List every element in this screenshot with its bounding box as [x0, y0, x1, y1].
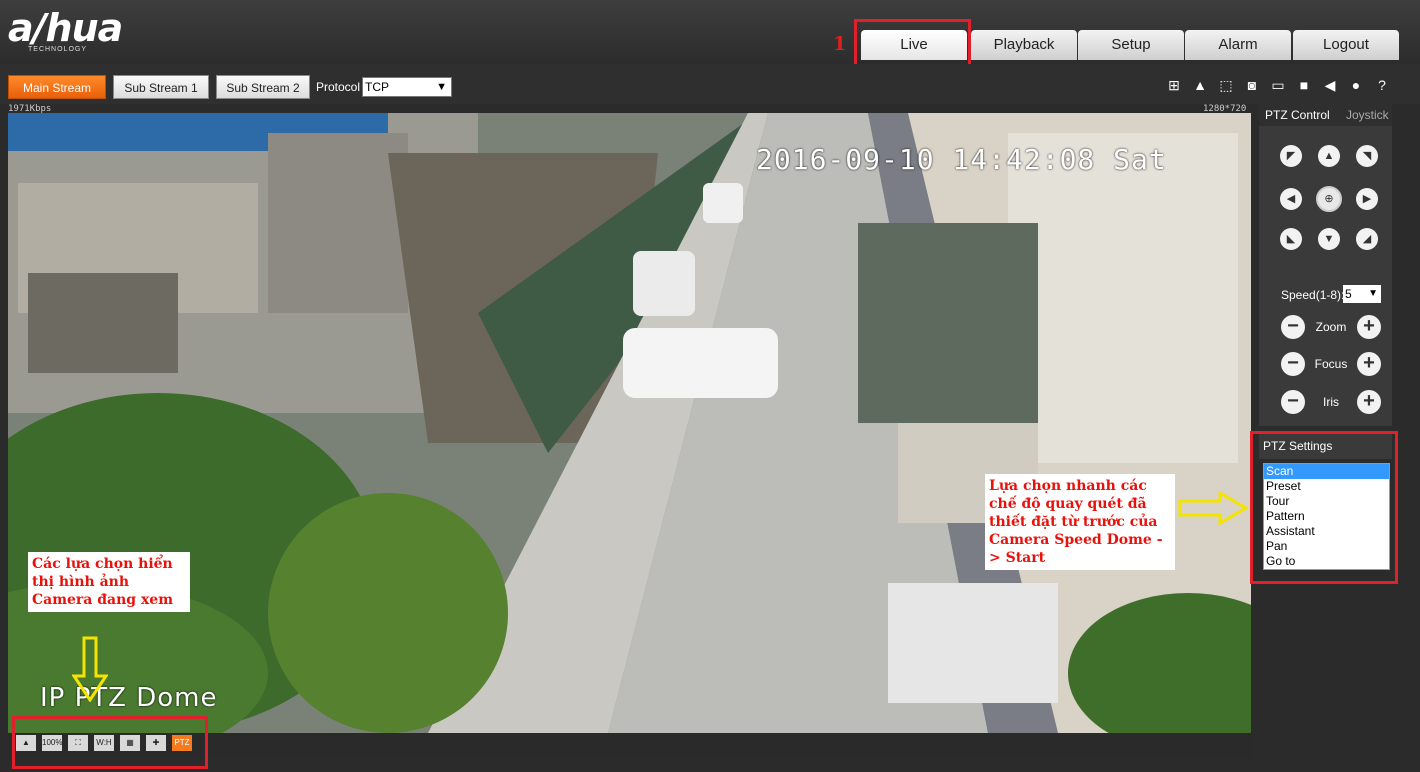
- focus-label: Focus: [1314, 357, 1348, 371]
- chevron-down-icon: ▼: [1368, 288, 1378, 299]
- annotation-view-options: Các lựa chọn hiển thị hình ảnh Camera đa…: [28, 552, 190, 612]
- focus-plus-button[interactable]: +: [1357, 352, 1381, 376]
- annotation-number: 1: [833, 33, 847, 55]
- audio-icon[interactable]: ◀: [1320, 76, 1340, 94]
- arrow-right-icon: [1178, 491, 1250, 525]
- triple-snapshot-icon[interactable]: ▭: [1268, 76, 1288, 94]
- tool-icons: ⊞ ▲ ⬚ ◙ ▭ ■ ◀ ● ?: [1164, 76, 1392, 94]
- zoom-row: − Zoom +: [1281, 315, 1381, 339]
- video-timestamp: 2016-09-10 14:42:08 Sat: [756, 143, 1167, 176]
- region-zoom-icon[interactable]: ⊞: [1164, 76, 1184, 94]
- iris-plus-button[interactable]: +: [1357, 390, 1381, 414]
- ptz-left-button[interactable]: ◀: [1280, 188, 1302, 210]
- sub-stream-2-button[interactable]: Sub Stream 2: [216, 75, 310, 99]
- zoom-in-button[interactable]: +: [1357, 315, 1381, 339]
- sub-stream-1-button[interactable]: Sub Stream 1: [113, 75, 209, 99]
- highlight-view-icons: [12, 716, 208, 769]
- ptz-right-button[interactable]: ▶: [1356, 188, 1378, 210]
- protocol-label: Protocol: [316, 80, 361, 94]
- camera-name: IP PTZ Dome: [40, 683, 218, 713]
- dahua-logo: a/hua: [8, 6, 123, 50]
- tab-ptz-control[interactable]: PTZ Control: [1265, 108, 1330, 122]
- arrow-down-icon: [72, 636, 108, 702]
- zoom-out-button[interactable]: −: [1281, 315, 1305, 339]
- speed-select[interactable]: 5 ▼: [1343, 285, 1381, 303]
- iris-label: Iris: [1323, 395, 1339, 409]
- live-video-view[interactable]: 2016-09-10 14:42:08 Sat IP PTZ Dome: [8, 113, 1251, 733]
- highlight-ptz-settings: [1250, 431, 1398, 584]
- tab-logout[interactable]: Logout: [1293, 30, 1399, 60]
- help-icon[interactable]: ?: [1372, 76, 1392, 94]
- video-scene: [8, 113, 1251, 733]
- iris-row: − Iris +: [1281, 390, 1381, 414]
- record-icon[interactable]: ■: [1294, 76, 1314, 94]
- ptz-up-left-button[interactable]: ◤: [1280, 145, 1302, 167]
- ptz-zoom-icon[interactable]: ⬚: [1216, 76, 1236, 94]
- zoom-label: Zoom: [1315, 320, 1347, 334]
- ptz-zoom-center-button[interactable]: ⊕: [1316, 186, 1342, 212]
- tab-setup[interactable]: Setup: [1078, 30, 1184, 60]
- protocol-value: TCP: [365, 80, 389, 94]
- snapshot-icon[interactable]: ◙: [1242, 76, 1262, 94]
- focus-row: − Focus +: [1281, 352, 1381, 376]
- speed-value: 5: [1345, 287, 1352, 301]
- tab-joystick[interactable]: Joystick: [1346, 108, 1389, 122]
- main-stream-button[interactable]: Main Stream: [8, 75, 106, 99]
- talk-icon[interactable]: ●: [1346, 76, 1366, 94]
- logo-subtitle: TECHNOLOGY: [28, 46, 88, 53]
- focus-minus-button[interactable]: −: [1281, 352, 1305, 376]
- tab-playback[interactable]: Playback: [971, 30, 1077, 60]
- iris-minus-button[interactable]: −: [1281, 390, 1305, 414]
- tab-alarm[interactable]: Alarm: [1185, 30, 1291, 60]
- annotation-ptz-settings: Lựa chọn nhanh các chế độ quay quét đã t…: [985, 474, 1175, 570]
- ptz-up-right-button[interactable]: ◥: [1356, 145, 1378, 167]
- chevron-down-icon: ▼: [436, 81, 447, 93]
- ptz-down-button[interactable]: ▼: [1318, 228, 1340, 250]
- ptz-down-right-button[interactable]: ◢: [1356, 228, 1378, 250]
- ptz-up-button[interactable]: ▲: [1318, 145, 1340, 167]
- protocol-select[interactable]: TCP ▼: [362, 77, 452, 97]
- ptz-down-left-button[interactable]: ◣: [1280, 228, 1302, 250]
- alarm-icon[interactable]: ▲: [1190, 76, 1210, 94]
- speed-label: Speed(1-8):: [1281, 288, 1345, 302]
